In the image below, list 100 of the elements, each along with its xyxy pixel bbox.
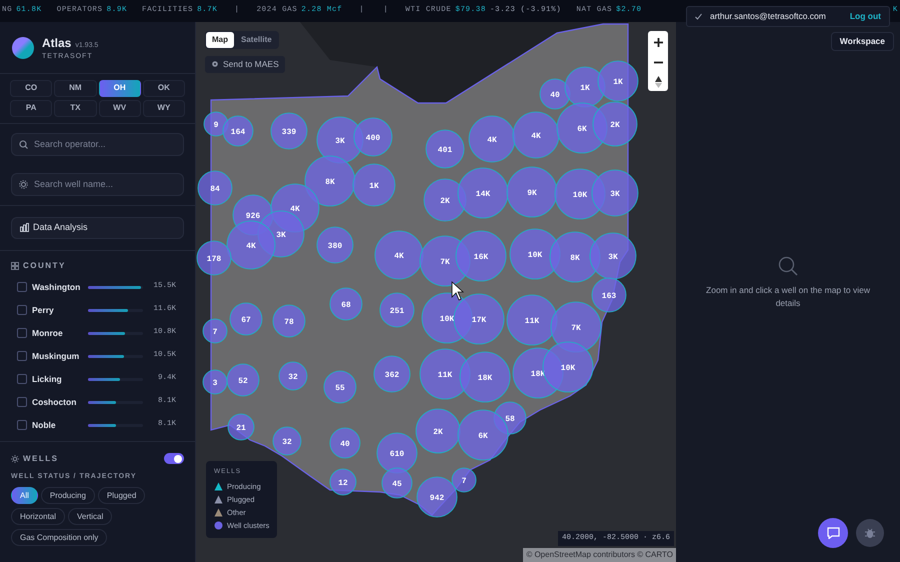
state-tab[interactable]: CO — [10, 80, 52, 96]
empty-state-message: Zoom in and click a well on the map to view details — [705, 284, 871, 310]
map-attribution: © OpenStreetMap contributors © CARTO — [523, 548, 676, 562]
state-tab[interactable]: WV — [98, 100, 141, 116]
state-tab[interactable]: TX — [54, 100, 96, 116]
state-tab[interactable]: OH — [98, 80, 141, 96]
well-cluster[interactable]: 16K — [456, 230, 506, 282]
county-name: Licking — [32, 372, 63, 386]
state-tab[interactable]: PA — [10, 100, 52, 116]
well-cluster[interactable]: 380 — [316, 226, 354, 264]
well-cluster[interactable]: 4K — [468, 116, 516, 162]
well-cluster[interactable]: 84 — [198, 170, 232, 206]
check-icon — [694, 12, 702, 20]
filter-chip[interactable]: Gas Composition only — [11, 529, 108, 546]
well-cluster[interactable]: 4K — [512, 112, 560, 158]
well-cluster[interactable]: 21 — [228, 414, 254, 440]
search-field[interactable]: Search operator... — [11, 132, 184, 156]
well-cluster[interactable]: 401 — [426, 130, 464, 168]
sun-icon — [11, 454, 19, 462]
filter-chip[interactable]: Vertical — [68, 508, 112, 525]
logo-icon — [12, 37, 34, 60]
well-cluster[interactable]: 68 — [330, 288, 362, 320]
well-cluster[interactable]: 7 — [452, 468, 476, 492]
bug-icon — [864, 527, 876, 539]
well-cluster[interactable]: 942 — [416, 476, 458, 518]
search-icon — [778, 256, 798, 276]
state-tab[interactable]: NM — [54, 80, 96, 96]
filter-chip[interactable]: Producing — [40, 487, 95, 504]
well-cluster[interactable]: 32 — [278, 362, 308, 390]
well-cluster[interactable]: 78 — [272, 304, 306, 338]
well-cluster[interactable]: 178 — [196, 240, 232, 276]
well-cluster[interactable]: 2K — [592, 102, 638, 146]
well-cluster[interactable]: 610 — [376, 432, 418, 474]
well-cluster[interactable]: 3 — [202, 370, 228, 394]
well-cluster[interactable]: 12 — [330, 468, 356, 496]
send-button[interactable]: Send to MAES — [205, 56, 285, 73]
section-heading: WELLS — [23, 452, 58, 464]
well-cluster[interactable]: 18K — [460, 352, 510, 402]
well-cluster[interactable]: 11K — [506, 294, 558, 346]
well-cluster[interactable]: 1K — [598, 60, 638, 102]
well-cluster[interactable]: 45 — [382, 468, 412, 498]
account-email: arthur.santos@tetrasoftco.com — [710, 10, 826, 23]
well-cluster[interactable]: 8K — [304, 156, 356, 206]
state-tab[interactable]: WY — [142, 100, 185, 116]
checkbox[interactable] — [17, 420, 27, 430]
checkbox[interactable] — [17, 305, 27, 315]
filter-chip[interactable]: Plugged — [98, 487, 146, 504]
logout-link[interactable]: Log out — [850, 10, 881, 23]
well-cluster[interactable]: 3K — [592, 170, 638, 216]
checkbox[interactable] — [17, 282, 27, 292]
well-cluster[interactable]: 52 — [226, 364, 260, 396]
well-cluster[interactable]: 164 — [222, 116, 254, 146]
checkbox[interactable] — [17, 328, 27, 338]
well-cluster[interactable]: 251 — [380, 292, 414, 328]
state-tab[interactable]: OK — [142, 80, 185, 96]
well-cluster[interactable]: 163 — [592, 278, 626, 312]
well-cluster[interactable]: 4K — [374, 230, 424, 280]
chat-icon — [826, 527, 840, 539]
chat-button[interactable] — [818, 518, 848, 548]
bar-chart-icon — [20, 223, 29, 232]
well-cluster[interactable]: 400 — [354, 118, 392, 156]
grid-icon — [11, 262, 19, 270]
checkbox[interactable] — [17, 351, 27, 361]
gear-icon — [211, 60, 219, 68]
well-cluster[interactable]: 67 — [230, 302, 262, 336]
well-cluster[interactable]: 10K — [542, 342, 594, 392]
well-cluster[interactable]: 2K — [416, 408, 460, 454]
checkbox[interactable] — [17, 374, 27, 384]
well-cluster[interactable]: 32 — [272, 426, 302, 456]
checkbox[interactable] — [17, 397, 27, 407]
well-cluster[interactable]: 4K — [226, 220, 276, 270]
well-cluster[interactable]: 7 — [202, 318, 228, 344]
well-cluster[interactable]: 9K — [506, 166, 558, 218]
filter-chip[interactable]: Horizontal — [11, 508, 66, 525]
section-heading: COUNTY — [23, 260, 66, 272]
county-name: Muskingum — [32, 350, 80, 362]
well-cluster[interactable]: 3K — [590, 232, 636, 280]
view-tab[interactable]: Map — [206, 32, 234, 48]
well-cluster[interactable]: 1K — [352, 164, 396, 206]
toggle-switch[interactable] — [164, 453, 184, 464]
well-cluster[interactable]: 362 — [374, 356, 410, 392]
plus-icon — [654, 38, 662, 47]
well-cluster[interactable]: 40 — [330, 428, 360, 458]
county-name: Noble — [32, 418, 57, 432]
county-name: Perry — [32, 304, 55, 316]
bug-button[interactable] — [856, 519, 884, 547]
app-name: Atlas — [42, 35, 72, 52]
well-cluster[interactable]: 14K — [458, 168, 508, 218]
search-field[interactable]: Search well name... — [11, 172, 184, 196]
county-name: Monroe — [32, 326, 64, 340]
well-cluster[interactable]: 339 — [270, 112, 308, 150]
county-name: Washington — [32, 280, 82, 294]
county-name: Coshocton — [32, 396, 78, 408]
data-analysis-button[interactable]: Data Analysis — [11, 216, 184, 238]
filter-chip[interactable]: All — [11, 487, 38, 504]
well-cluster[interactable]: 17K — [454, 294, 504, 344]
compass-icon — [654, 76, 662, 88]
workspace-button[interactable]: Workspace — [830, 32, 894, 51]
view-tab[interactable]: Satellite — [235, 32, 278, 48]
well-cluster[interactable]: 55 — [324, 370, 356, 404]
